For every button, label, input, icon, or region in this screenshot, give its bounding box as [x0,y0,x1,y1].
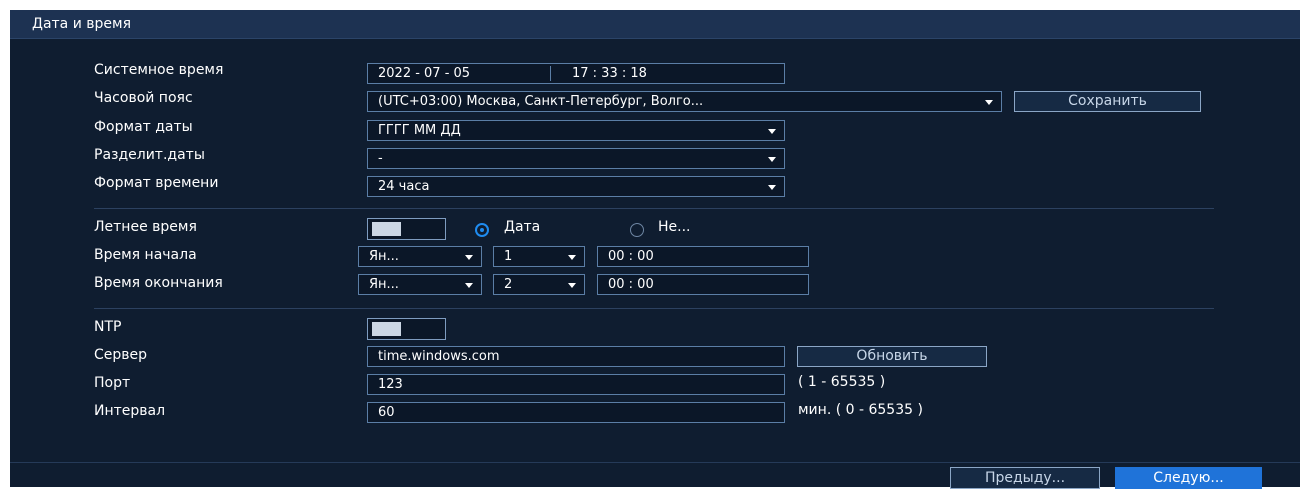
section-divider [94,308,1214,309]
dst-mode-week-radio[interactable] [630,223,644,237]
end-time-field[interactable]: 00 : 00 [597,274,809,295]
time-format-select[interactable]: 24 часа [367,176,785,197]
server-label: Сервер [94,347,148,363]
next-button[interactable]: Следую... [1115,467,1262,489]
end-month-select[interactable]: Ян... [358,274,482,295]
ntp-interval-input[interactable]: 60 [367,402,785,423]
start-week-select[interactable]: 1 [493,246,585,267]
ntp-interval-value: 60 [378,405,395,420]
time-format-label: Формат времени [94,175,219,191]
system-time-label: Системное время [94,62,224,78]
end-month-value: Ян... [369,277,399,292]
dst-toggle[interactable] [367,218,446,240]
date-format-label: Формат даты [94,119,193,135]
start-month-value: Ян... [369,249,399,264]
time-format-value: 24 часа [378,179,430,194]
date-separator-label: Разделит.даты [94,147,205,163]
port-label: Порт [94,375,131,391]
start-time-field[interactable]: 00 : 00 [597,246,809,267]
port-range-hint: ( 1 - 65535 ) [798,374,886,390]
timezone-select[interactable]: (UTC+03:00) Москва, Санкт-Петербург, Вол… [367,91,1002,112]
date-format-value: ГГГГ ММ ДД [378,123,461,138]
ntp-server-value: time.windows.com [378,349,500,364]
footer-divider [10,462,1300,463]
end-time-label: Время окончания [94,275,223,291]
end-week-select[interactable]: 2 [493,274,585,295]
start-time-value: 00 : 00 [608,249,654,264]
ntp-server-input[interactable]: time.windows.com [367,346,785,367]
date-time-separator [550,66,551,81]
start-week-value: 1 [504,249,513,264]
timezone-label: Часовой пояс [94,90,193,106]
title-bar: Дата и время [10,10,1300,39]
dst-toggle-knob [372,222,401,236]
end-time-value: 00 : 00 [608,277,654,292]
end-week-value: 2 [504,277,513,292]
save-button[interactable]: Сохранить [1014,91,1201,112]
dst-mode-date-radio[interactable] [475,223,489,237]
update-button[interactable]: Обновить [797,346,987,367]
start-time-label: Время начала [94,247,197,263]
ntp-port-value: 123 [378,377,403,392]
system-time-value: 17 : 33 : 18 [572,66,647,81]
ntp-label: NTP [94,319,122,335]
dst-mode-date-label: Дата [504,219,541,235]
date-separator-select[interactable]: - [367,148,785,169]
date-time-panel: Дата и время Системное время 2022 - 07 -… [10,10,1300,489]
ntp-toggle-knob [372,322,401,336]
dst-mode-week-label: Не... [658,219,691,235]
date-format-select[interactable]: ГГГГ ММ ДД [367,120,785,141]
system-time-field[interactable]: 2022 - 07 - 05 17 : 33 : 18 [367,63,785,84]
dst-label: Летнее время [94,219,197,235]
timezone-value: (UTC+03:00) Москва, Санкт-Петербург, Вол… [378,94,704,109]
previous-button[interactable]: Предыду... [950,467,1100,489]
interval-label: Интервал [94,403,166,419]
start-month-select[interactable]: Ян... [358,246,482,267]
date-separator-value: - [378,151,383,166]
window-title: Дата и время [32,16,131,32]
interval-hint: мин. ( 0 - 65535 ) [798,402,923,418]
section-divider [94,208,1214,209]
ntp-port-input[interactable]: 123 [367,374,785,395]
ntp-toggle[interactable] [367,318,446,340]
system-date-value: 2022 - 07 - 05 [378,66,471,81]
